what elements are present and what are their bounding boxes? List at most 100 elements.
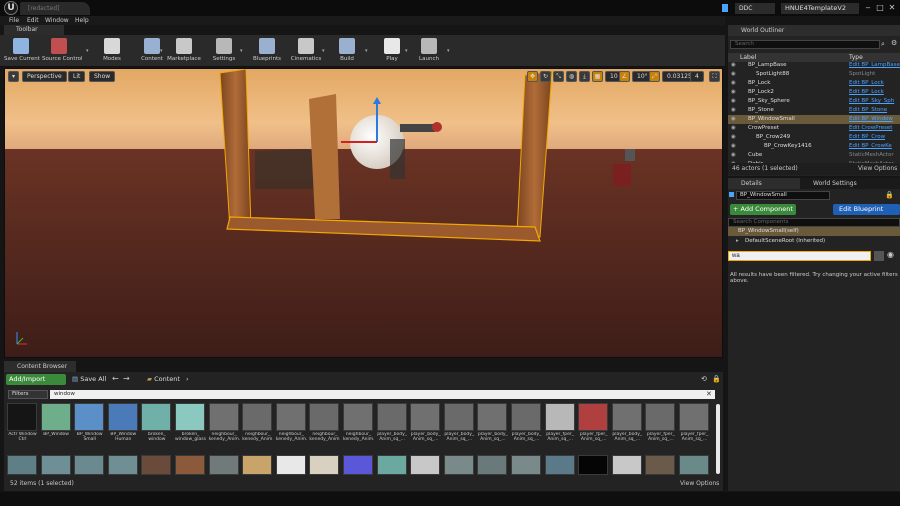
notification-icon[interactable] <box>722 4 728 12</box>
marketplace-button[interactable]: Marketplace <box>167 38 201 62</box>
asset-tile[interactable]: player_body_ Anim_sq_... <box>376 403 408 448</box>
level-tab[interactable]: [redacted] <box>20 2 90 15</box>
world-space-icon[interactable]: ◍ <box>566 71 577 82</box>
outliner-search-input[interactable]: Search <box>730 40 880 49</box>
asset-tile[interactable]: Actr Window Ctrl <box>7 403 38 448</box>
outliner-row-type[interactable]: Edit BP_LampBase <box>849 61 900 70</box>
asset-tile[interactable]: player_fper_ Anim_sq_... <box>645 403 676 448</box>
asset-tile[interactable] <box>410 455 441 475</box>
menu-window[interactable]: Window <box>45 17 69 24</box>
asset-tile[interactable] <box>611 455 643 475</box>
perspective-button[interactable]: Perspective <box>22 71 67 82</box>
save-current-button[interactable]: Save Current <box>4 38 40 62</box>
visibility-eye-icon[interactable]: ◉ <box>731 124 736 133</box>
outliner-row-type[interactable]: Edit BP_Lock <box>849 88 884 97</box>
build-button[interactable]: Build <box>330 38 364 62</box>
grid-snap-icon[interactable]: ▦ <box>592 71 603 82</box>
asset-tile[interactable] <box>275 455 307 475</box>
asset-tile[interactable] <box>443 455 475 475</box>
maximize-icon[interactable]: □ <box>875 2 885 14</box>
asset-tile[interactable]: neighbour_ kenedy_Anim... <box>275 403 307 448</box>
modes-button[interactable]: Modes <box>95 38 129 62</box>
outliner-view-options[interactable]: View Options <box>858 163 897 175</box>
visibility-eye-icon[interactable]: ◉ <box>731 79 736 88</box>
show-button[interactable]: Show <box>89 71 116 82</box>
outliner-row[interactable]: ◉ BP_CrowKey1416 Edit BP_CrowKe <box>728 142 900 151</box>
asset-tile[interactable] <box>679 455 710 475</box>
outliner-row[interactable]: ◉ SpotLight88 SpotLight <box>728 70 900 79</box>
viewport-options-icon[interactable]: ▾ <box>8 71 19 82</box>
blueprints-button[interactable]: Blueprints <box>250 38 284 62</box>
close-icon[interactable]: ✕ <box>887 2 897 14</box>
add-import-button[interactable]: Add/Import <box>6 374 66 385</box>
outliner-row-type[interactable]: Edit BP_Sky_Sph <box>849 97 894 106</box>
add-component-button[interactable]: + Add Component <box>730 204 796 215</box>
asset-tile[interactable]: BP_Window Human <box>107 403 139 448</box>
clear-search-icon[interactable]: ✕ <box>706 390 712 398</box>
dropdown-arrow-icon[interactable]: ▾ <box>86 48 89 54</box>
content-search-input[interactable]: window <box>50 390 715 399</box>
scale-snap-icon[interactable]: ⤢ <box>649 71 660 82</box>
asset-tile[interactable]: broken_ window <box>141 403 172 448</box>
outliner-row[interactable]: ◉ BP_WindowSmall Edit BP_Window <box>728 115 900 124</box>
asset-tile[interactable] <box>141 455 172 475</box>
outliner-row[interactable]: ◉ BP_Lock Edit BP_Lock <box>728 79 900 88</box>
lock-browser-icon[interactable]: 🔒 <box>712 375 721 383</box>
cinematics-button[interactable]: Cinematics <box>289 38 323 62</box>
lit-button[interactable]: Lit <box>68 71 86 82</box>
label-column-header[interactable]: Label <box>740 54 756 61</box>
outliner-row-type[interactable]: Edit BP_CrowKe <box>849 142 892 151</box>
edit-blueprint-button[interactable]: Edit Blueprint <box>833 204 900 215</box>
history-icon[interactable]: ⟲ <box>701 375 707 383</box>
ddc-status[interactable]: DDC <box>735 3 775 14</box>
actor-name-field[interactable]: BP_WindowSmall <box>736 191 830 200</box>
asset-tile[interactable] <box>511 455 542 475</box>
visibility-eye-icon[interactable]: ◉ <box>731 115 736 124</box>
asset-tile[interactable]: BP_Window Small <box>74 403 105 448</box>
asset-tile[interactable] <box>477 455 508 475</box>
type-column-header[interactable]: Type <box>849 54 863 61</box>
asset-tile[interactable] <box>7 455 38 475</box>
component-root-row[interactable]: ▸ DefaultSceneRoot (Inherited) <box>728 237 900 246</box>
dropdown-arrow-icon[interactable]: ▾ <box>365 48 368 54</box>
outliner-row[interactable]: ◉ BP_Stone Edit BP_Stone <box>728 106 900 115</box>
play-button[interactable]: Play <box>375 38 409 62</box>
asset-tile[interactable] <box>40 455 72 475</box>
content-browser-tab[interactable]: Content Browser <box>4 361 76 372</box>
asset-tile[interactable]: neighbour_ kenedy_Anim... <box>242 403 273 448</box>
search-components-input[interactable]: Search Components <box>728 218 900 227</box>
asset-tile[interactable] <box>175 455 206 475</box>
visibility-eye-icon[interactable]: ◉ <box>887 250 894 259</box>
minimize-icon[interactable]: ‒ <box>863 2 873 14</box>
forward-arrow-icon[interactable]: → <box>123 374 130 383</box>
lock-icon[interactable]: 🔒 <box>885 191 894 199</box>
menu-file[interactable]: File <box>9 17 19 24</box>
scale-mode-icon[interactable]: ⤡ <box>553 71 564 82</box>
asset-tile[interactable] <box>107 455 139 475</box>
dropdown-arrow-icon[interactable]: ▾ <box>447 48 450 54</box>
outliner-settings-icon[interactable]: ⚙ <box>891 39 897 47</box>
outliner-row-type[interactable]: Edit BP_Stone <box>849 106 887 115</box>
details-tab[interactable]: Details <box>728 178 800 189</box>
asset-tile[interactable] <box>376 455 408 475</box>
visibility-eye-icon[interactable]: ◉ <box>731 61 736 70</box>
outliner-row[interactable]: ◉ CrowPreset Edit CrowPreset <box>728 124 900 133</box>
asset-tile[interactable]: player_body_ Anim_sq_... <box>443 403 475 448</box>
content-view-options[interactable]: View Options <box>680 478 719 490</box>
outliner-row[interactable]: ◉ Cube StaticMeshActor <box>728 151 900 160</box>
outliner-row[interactable]: ◉ BP_Sky_Sphere Edit BP_Sky_Sph <box>728 97 900 106</box>
asset-tile[interactable]: BP_Window <box>40 403 72 448</box>
asset-tile[interactable]: neighbour_ kenedy_Anim... <box>343 403 374 448</box>
outliner-row[interactable]: ◉ BP_LampBase Edit BP_LampBase <box>728 61 900 70</box>
asset-tile[interactable] <box>74 455 105 475</box>
viewport-scene[interactable] <box>5 69 723 358</box>
asset-scrollbar[interactable] <box>716 404 720 474</box>
asset-tile[interactable] <box>242 455 273 475</box>
dropdown-arrow-icon[interactable]: ▾ <box>405 48 408 54</box>
component-self-row[interactable]: BP_WindowSmall(self) <box>728 227 900 236</box>
property-matrix-icon[interactable] <box>874 251 884 261</box>
asset-tile[interactable] <box>578 455 609 475</box>
details-filter-input[interactable] <box>728 251 871 261</box>
outliner-row[interactable]: ◉ BP_Crow249 Edit BP_Crow <box>728 133 900 142</box>
asset-tile[interactable]: player_fper_ Anim_sq_... <box>544 403 576 448</box>
